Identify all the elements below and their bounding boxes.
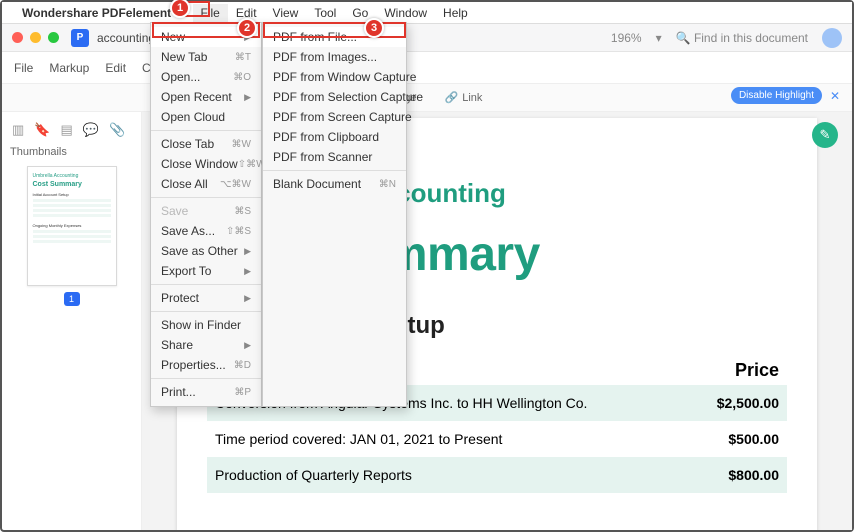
main-toolbar: File Markup Edit Convert Form Security T… xyxy=(2,52,852,84)
traffic-lights[interactable] xyxy=(12,32,59,43)
menu-item[interactable]: Print...⌘P xyxy=(151,382,261,402)
menu-item[interactable]: Share▶ xyxy=(151,335,261,355)
link-tool[interactable]: 🔗Link xyxy=(445,91,483,104)
thumb-section1: Initial Account Setup xyxy=(33,192,111,197)
menu-item[interactable]: Show in Finder xyxy=(151,315,261,335)
submenu-item[interactable]: Blank Document⌘N xyxy=(263,174,406,194)
thumb-section2: Ongoing Monthly Expenses xyxy=(33,223,111,228)
cell-price: $500.00 xyxy=(728,431,779,447)
menu-item[interactable]: Close Tab⌘W xyxy=(151,134,261,154)
submenu-item[interactable]: PDF from Screen Capture xyxy=(263,107,406,127)
menu-item[interactable]: New Tab⌘T xyxy=(151,47,261,67)
disable-highlight-button[interactable]: Disable Highlight xyxy=(731,87,822,104)
submenu-item[interactable]: PDF from Selection Capture xyxy=(263,87,406,107)
cell-price: $2,500.00 xyxy=(717,395,779,411)
menu-item[interactable]: Open Cloud xyxy=(151,107,261,127)
menu-help[interactable]: Help xyxy=(435,4,476,22)
toolbar-markup[interactable]: Markup xyxy=(49,61,89,75)
sidebar: ▥ 🔖 ▤ 💬 📎 Thumbnails Umbrella Accounting… xyxy=(2,112,142,530)
layers-icon[interactable]: ▤ xyxy=(60,122,72,138)
submenu-item[interactable]: PDF from Images... xyxy=(263,47,406,67)
menu-file[interactable]: File xyxy=(193,4,228,22)
comments-icon[interactable]: 💬 xyxy=(83,122,99,138)
sub-toolbar: ▣Image 🔗Link Disable Highlight ✕ xyxy=(2,84,852,112)
zoom-level[interactable]: 196% xyxy=(611,31,642,45)
bookmarks-icon[interactable]: 🔖 xyxy=(34,122,50,138)
menu-item[interactable]: Properties...⌘D xyxy=(151,355,261,375)
submenu-item[interactable]: PDF from File... xyxy=(263,27,406,47)
link-label: Link xyxy=(462,92,482,104)
table-row: Time period covered: JAN 01, 2021 to Pre… xyxy=(207,421,787,457)
search-placeholder: Find in this document xyxy=(694,31,808,45)
menu-item[interactable]: Protect▶ xyxy=(151,288,261,308)
col-price: Price xyxy=(735,360,779,381)
menu-item[interactable]: Save⌘S xyxy=(151,201,261,221)
menu-item[interactable]: Save as Other▶ xyxy=(151,241,261,261)
search-icon: 🔍 xyxy=(676,31,691,45)
table-row: Production of Quarterly Reports $800.00 xyxy=(207,457,787,493)
page-thumbnail[interactable]: Umbrella Accounting Cost Summary Initial… xyxy=(27,166,117,286)
close-icon[interactable]: ✕ xyxy=(830,89,840,103)
chevron-down-icon[interactable]: ▾ xyxy=(656,31,662,45)
avatar[interactable] xyxy=(822,28,842,48)
file-menu: New▶New Tab⌘TOpen...⌘OOpen Recent▶Open C… xyxy=(150,22,262,407)
app-name: Wondershare PDFelement P xyxy=(22,6,183,20)
cell-price: $800.00 xyxy=(728,467,779,483)
menu-window[interactable]: Window xyxy=(376,4,435,22)
mac-menubar: Wondershare PDFelement P File Edit View … xyxy=(2,2,852,24)
menu-item[interactable]: Open Recent▶ xyxy=(151,87,261,107)
submenu-item[interactable]: PDF from Clipboard xyxy=(263,127,406,147)
window-header: P accounting-sign_Op 196% ▾ 🔍 Find in th… xyxy=(2,24,852,52)
attachments-icon[interactable]: 📎 xyxy=(109,122,125,138)
thumb-title: Cost Summary xyxy=(33,181,111,188)
menu-item[interactable]: Close Window⇧⌘W xyxy=(151,154,261,174)
toolbar-edit[interactable]: Edit xyxy=(105,61,126,75)
file-menu-overlay: New▶New Tab⌘TOpen...⌘OOpen Recent▶Open C… xyxy=(150,22,407,407)
app-logo-icon: P xyxy=(71,29,89,47)
menu-view[interactable]: View xyxy=(265,4,307,22)
menu-item[interactable]: Open...⌘O xyxy=(151,67,261,87)
search-input[interactable]: 🔍 Find in this document xyxy=(676,31,808,45)
submenu-item[interactable]: PDF from Scanner xyxy=(263,147,406,167)
thumb-brand: Umbrella Accounting xyxy=(33,173,111,179)
thumbnails-icon[interactable]: ▥ xyxy=(12,122,24,138)
toolbar-file[interactable]: File xyxy=(14,61,33,75)
edit-fab-icon[interactable]: ✎ xyxy=(812,122,838,148)
page-number-badge: 1 xyxy=(64,292,80,306)
link-icon: 🔗 xyxy=(445,91,459,104)
menu-tool[interactable]: Tool xyxy=(306,4,344,22)
menu-item[interactable]: Save As...⇧⌘S xyxy=(151,221,261,241)
cell-name: Production of Quarterly Reports xyxy=(215,467,412,483)
callout-2: 2 xyxy=(237,18,257,38)
callout-3: 3 xyxy=(364,18,384,38)
cell-name: Time period covered: JAN 01, 2021 to Pre… xyxy=(215,431,502,447)
sidebar-title: Thumbnails xyxy=(10,146,133,158)
menu-item[interactable]: Export To▶ xyxy=(151,261,261,281)
submenu-item[interactable]: PDF from Window Capture xyxy=(263,67,406,87)
menu-item[interactable]: Close All⌥⌘W xyxy=(151,174,261,194)
new-submenu: PDF from File...PDF from Images...PDF fr… xyxy=(262,22,407,407)
